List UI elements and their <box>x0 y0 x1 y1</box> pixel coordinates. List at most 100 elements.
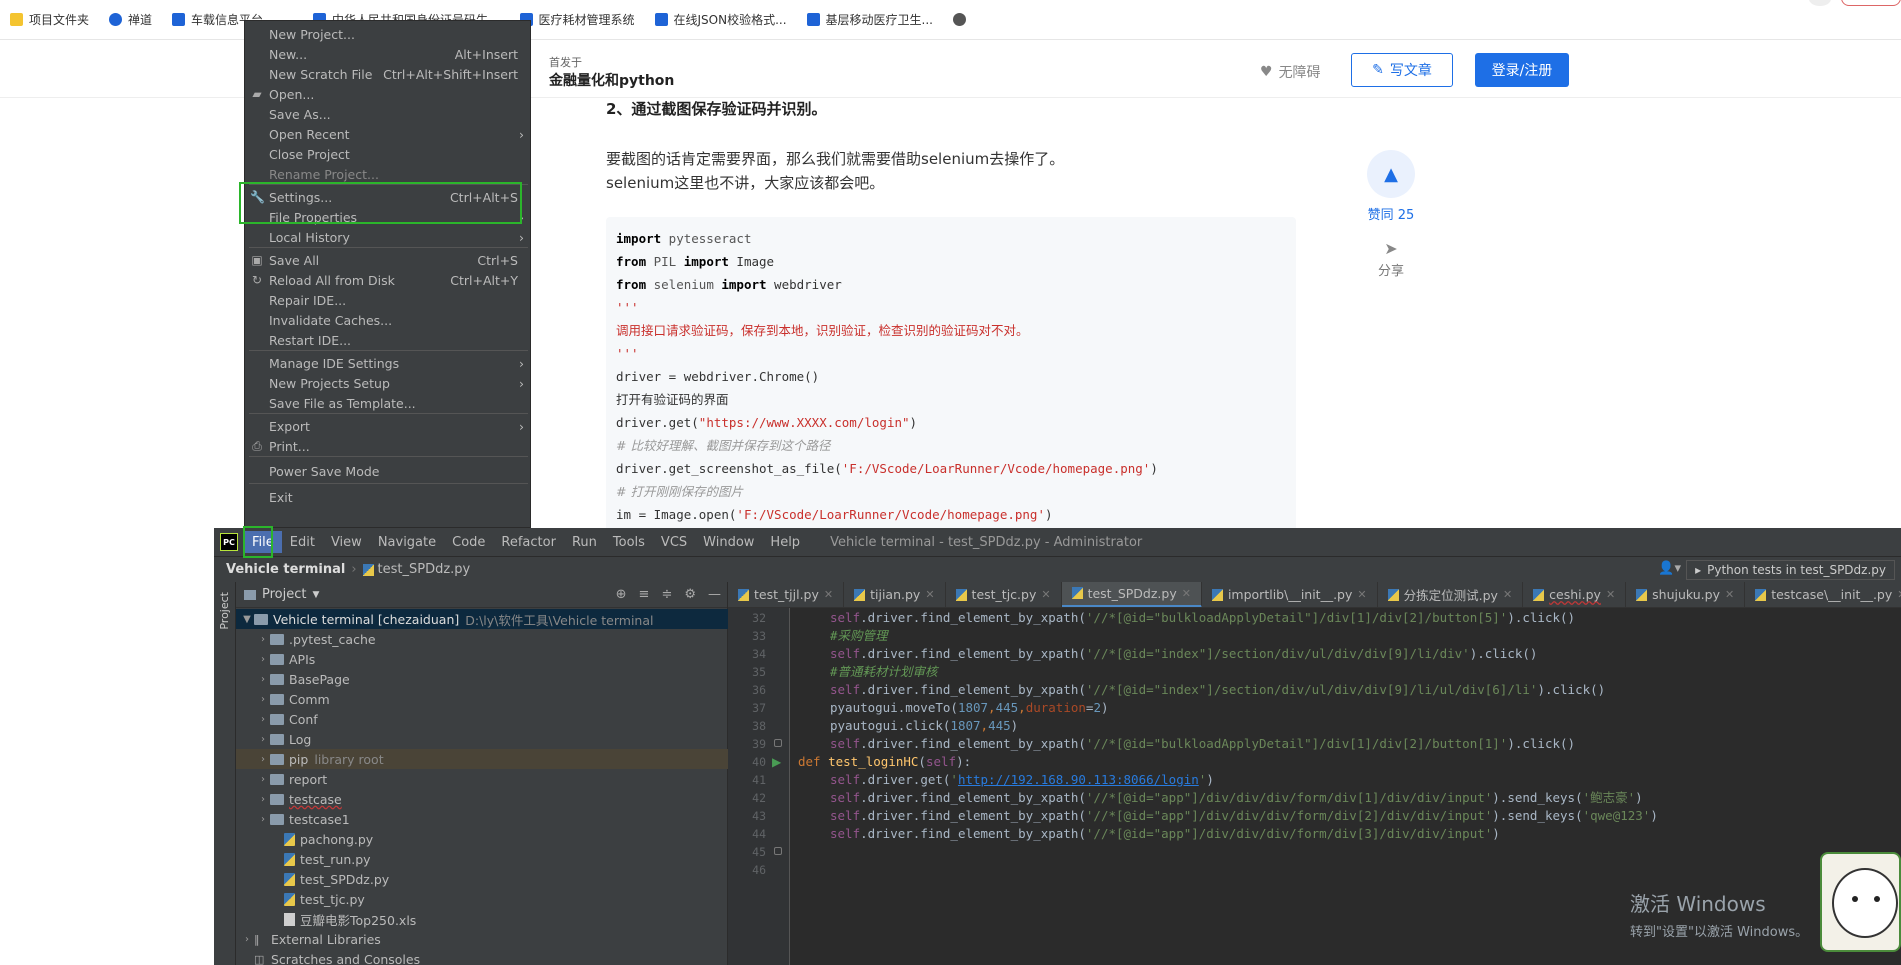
menu-item-save-as[interactable]: Save As... <box>245 104 532 124</box>
menu-code[interactable]: Code <box>444 535 493 550</box>
menu-item-invalidate-caches[interactable]: Invalidate Caches... <box>245 310 532 330</box>
bookmark-item[interactable]: 禅道 <box>99 0 162 40</box>
code-url[interactable]: http://192.168.90.113:8066/login <box>958 772 1199 787</box>
menu-item-manage-ide-settings[interactable]: Manage IDE Settings › <box>245 353 532 373</box>
project-tool-button[interactable]: Project <box>218 592 231 630</box>
close-icon[interactable]: ✕ <box>1897 588 1901 601</box>
tree-folder[interactable]: › Log <box>236 729 728 749</box>
tree-folder[interactable]: › testcase1 <box>236 809 728 829</box>
share-button[interactable]: ➤ 分享 <box>1365 239 1417 279</box>
menu-window[interactable]: Window <box>695 535 762 550</box>
tree-file[interactable]: test_run.py <box>236 849 728 869</box>
tree-folder[interactable]: › Conf <box>236 709 728 729</box>
tree-folder[interactable]: › Comm <box>236 689 728 709</box>
chevron-down-icon[interactable]: ▼ <box>312 590 319 600</box>
fold-icon[interactable] <box>774 847 782 855</box>
editor-tab[interactable]: testcase\__init__.py ✕ <box>1745 582 1901 607</box>
chevron-right-icon[interactable]: › <box>256 714 270 725</box>
minimize-icon[interactable]: — <box>708 587 721 602</box>
menu-item-new[interactable]: New... Alt+Insert <box>245 44 532 64</box>
menu-run[interactable]: Run <box>564 535 605 550</box>
menu-item-new-scratch[interactable]: New Scratch File Ctrl+Alt+Shift+Insert <box>245 64 532 84</box>
tree-root[interactable]: ▼ Vehicle terminal [chezaiduan] D:\ly\软件… <box>236 609 728 629</box>
tree-folder[interactable]: › APIs <box>236 649 728 669</box>
menu-item-save-as-template[interactable]: Save File as Template... <box>245 393 532 413</box>
editor-tab[interactable]: ceshi.py ✕ <box>1523 582 1627 607</box>
menu-vcs[interactable]: VCS <box>653 535 695 550</box>
tree-folder[interactable]: › BasePage <box>236 669 728 689</box>
editor-tab[interactable]: test_tjjl.py ✕ <box>728 582 845 607</box>
menu-item-export[interactable]: Export › <box>245 416 532 436</box>
bookmark-item[interactable]: 在线JSON校验格式... <box>645 0 797 40</box>
menu-item-exit[interactable]: Exit <box>245 487 532 507</box>
tree-folder[interactable]: › .pytest_cache <box>236 629 728 649</box>
menu-item-repair-ide[interactable]: Repair IDE... <box>245 290 532 310</box>
menu-view[interactable]: View <box>323 535 370 550</box>
editor-tab[interactable]: test_tjc.py ✕ <box>946 582 1062 607</box>
breadcrumb-project[interactable]: Vehicle terminal <box>226 562 345 577</box>
menu-edit[interactable]: Edit <box>282 535 323 550</box>
menu-item-save-all[interactable]: ▣ Save All Ctrl+S <box>245 250 532 270</box>
tree-folder[interactable]: › pip library root <box>236 749 728 769</box>
editor-tab[interactable]: importlib\__init__.py ✕ <box>1202 582 1378 607</box>
chevron-right-icon[interactable]: › <box>256 774 270 785</box>
tree-file[interactable]: pachong.py <box>236 829 728 849</box>
chevron-right-icon[interactable]: › <box>256 694 270 705</box>
menu-item-new-projects-setup[interactable]: New Projects Setup › <box>245 373 532 393</box>
close-icon[interactable]: ✕ <box>1182 587 1191 600</box>
upvote-button[interactable]: ▲ <box>1367 150 1415 198</box>
menu-item-open-recent[interactable]: Open Recent › <box>245 124 532 144</box>
fold-icon[interactable] <box>774 739 782 747</box>
chevron-right-icon[interactable]: › <box>256 734 270 745</box>
login-button[interactable]: 登录/注册 <box>1475 53 1569 87</box>
chevron-right-icon[interactable]: › <box>240 934 254 945</box>
close-icon[interactable]: ✕ <box>1606 588 1615 601</box>
editor-tab[interactable]: tijian.py ✕ <box>844 582 946 607</box>
menu-help[interactable]: Help <box>762 535 808 550</box>
menu-item-close-project[interactable]: Close Project <box>245 144 532 164</box>
project-view-select[interactable]: Project <box>262 587 306 602</box>
like-count[interactable]: 赞同 25 <box>1365 204 1417 223</box>
close-icon[interactable]: ✕ <box>1041 588 1050 601</box>
chevron-right-icon[interactable]: › <box>256 754 270 765</box>
bookmark-item[interactable]: 基层移动医疗卫生... <box>797 0 943 40</box>
user-icon[interactable]: 👤▾ <box>1658 561 1681 576</box>
close-icon[interactable]: ✕ <box>1725 588 1734 601</box>
menu-item-restart-ide[interactable]: Restart IDE... <box>245 330 532 350</box>
menu-item-reload[interactable]: ↻ Reload All from Disk Ctrl+Alt+Y <box>245 270 532 290</box>
tree-folder[interactable]: › report <box>236 769 728 789</box>
globe-bookmark[interactable] <box>943 0 976 40</box>
chevron-down-icon[interactable]: ▼ <box>240 614 254 625</box>
browser-profile-button[interactable] <box>1841 0 1901 6</box>
run-test-icon[interactable]: ▶ <box>772 755 781 769</box>
editor-tab-active[interactable]: test_SPDdz.py ✕ <box>1061 582 1202 607</box>
mascot-sticker[interactable] <box>1820 852 1901 952</box>
menu-item-open[interactable]: ▰ Open... <box>245 84 532 104</box>
chevron-right-icon[interactable]: › <box>256 654 270 665</box>
close-icon[interactable]: ✕ <box>824 588 833 601</box>
tree-file[interactable]: test_SPDdz.py <box>236 869 728 889</box>
close-icon[interactable]: ✕ <box>925 588 934 601</box>
expand-all-icon[interactable]: ≡ <box>639 587 650 602</box>
menu-item-new-project[interactable]: New Project... <box>245 24 532 44</box>
column-name[interactable]: 金融量化和python <box>549 70 674 90</box>
tree-external-libraries[interactable]: › ‖ External Libraries <box>236 929 728 949</box>
editor-tab[interactable]: 分拣定位测试.py ✕ <box>1378 582 1524 607</box>
menu-navigate[interactable]: Navigate <box>370 535 444 550</box>
browser-control-icon[interactable] <box>1809 0 1831 6</box>
gear-icon[interactable]: ⚙ <box>684 587 696 602</box>
chevron-right-icon[interactable]: › <box>256 794 270 805</box>
write-article-button[interactable]: ✎ 写文章 <box>1351 53 1453 87</box>
collapse-all-icon[interactable]: ≑ <box>661 587 672 602</box>
run-configuration-select[interactable]: ▸ Python tests in test_SPDdz.py <box>1686 560 1895 580</box>
chevron-right-icon[interactable]: › <box>256 814 270 825</box>
menu-item-local-history[interactable]: Local History › <box>245 227 532 247</box>
breadcrumb-file[interactable]: test_SPDdz.py <box>378 562 471 577</box>
menu-item-power-save[interactable]: Power Save Mode <box>245 461 532 481</box>
locate-icon[interactable]: ⊕ <box>616 587 627 602</box>
tree-file[interactable]: 豆瓣电影Top250.xls <box>236 909 728 929</box>
editor-tab[interactable]: shujuku.py ✕ <box>1626 582 1746 607</box>
chevron-right-icon[interactable]: › <box>256 674 270 685</box>
chevron-right-icon[interactable]: › <box>256 634 270 645</box>
menu-tools[interactable]: Tools <box>605 535 653 550</box>
